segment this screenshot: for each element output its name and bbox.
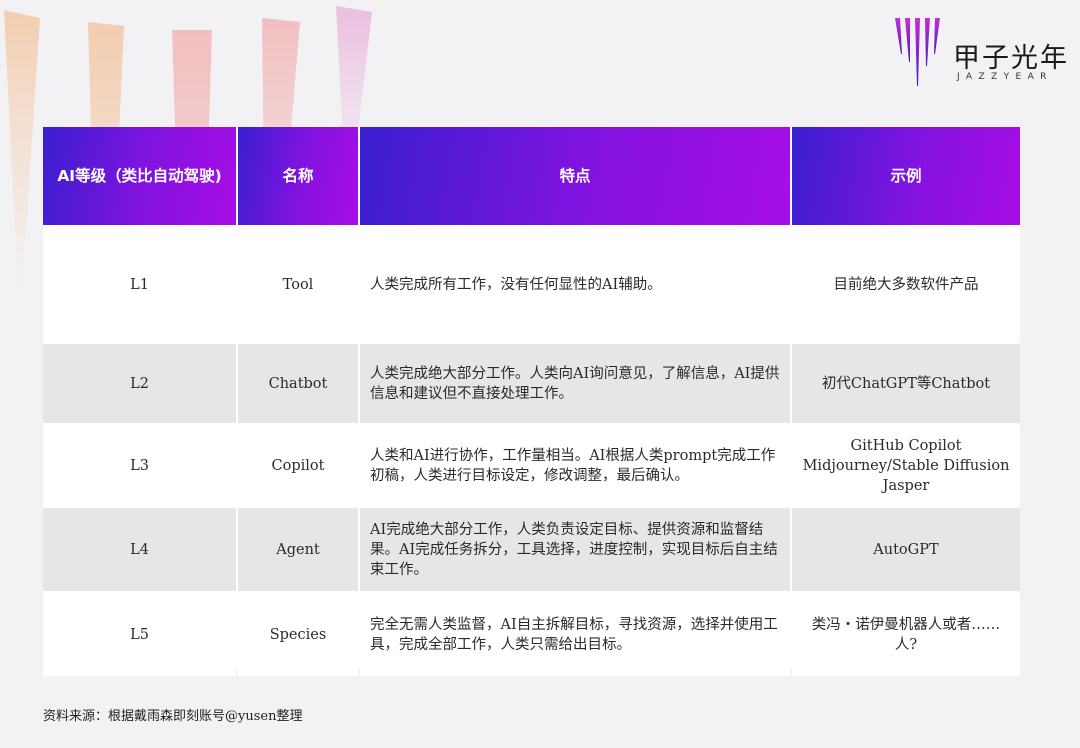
example-line: AutoGPT: [873, 541, 939, 558]
table-cell-example: 初代ChatGPT等Chatbot: [792, 344, 1020, 423]
table-cell-name: Tool: [238, 227, 358, 342]
header-level: AI等级（类比自动驾驶): [43, 127, 236, 225]
example-line: 初代ChatGPT等Chatbot: [821, 375, 991, 392]
example-line: Jasper: [882, 477, 930, 494]
table-cell-name: Agent: [238, 508, 358, 591]
brand-name-cn: 甲子光年: [953, 43, 1069, 74]
example-line: 人?: [894, 636, 918, 653]
table-cell-level: L2: [43, 344, 236, 423]
table-cell-example: 类冯・诺伊曼机器人或者…… 人?: [792, 593, 1020, 676]
table-cell-level: L4: [43, 508, 236, 591]
table-cell-level: L5: [43, 593, 236, 676]
header-name: 名称: [238, 127, 358, 225]
brand-name-en: JAZZYEAR: [957, 72, 1053, 82]
table-cell-level: L1: [43, 227, 236, 342]
ai-level-table: AI等级（类比自动驾驶) 名称 特点 示例 L1 Tool 人类完成所有工作，没…: [43, 127, 1020, 676]
table-cell-example: GitHub Copilot Midjourney/Stable Diffusi…: [792, 425, 1020, 506]
table-cell-example: 目前绝大多数软件产品: [792, 227, 1020, 342]
table-cell-name: Copilot: [238, 425, 358, 506]
table-cell-feature: 完全无需人类监督，AI自主拆解目标，寻找资源，选择并使用工具，完成全部工作，人类…: [360, 593, 790, 676]
table-cell-level: L3: [43, 425, 236, 506]
header-feature: 特点: [360, 127, 790, 225]
table-cell-feature: 人类完成绝大部分工作。人类向AI询问意见，了解信息，AI提供信息和建议但不直接处…: [360, 344, 790, 423]
table-cell-name: Species: [238, 593, 358, 676]
table-cell-feature: 人类和AI进行协作，工作量相当。AI根据人类prompt完成工作初稿，人类进行目…: [360, 425, 790, 506]
table-cell-example: AutoGPT: [792, 508, 1020, 591]
brand-mark-icon: [895, 18, 940, 86]
table-cell-feature: 人类完成所有工作，没有任何显性的AI辅助。: [360, 227, 790, 342]
example-line: 目前绝大多数软件产品: [833, 276, 979, 293]
table-cell-name: Chatbot: [238, 344, 358, 423]
header-example: 示例: [792, 127, 1020, 225]
brand-logo: 甲子光年 JAZZYEAR: [893, 14, 1068, 86]
example-line: Midjourney/Stable Diffusion: [802, 457, 1010, 474]
example-line: GitHub Copilot: [850, 437, 962, 454]
source-note: 资料来源：根据戴雨森即刻账号@yusen整理: [43, 709, 303, 724]
example-line: 类冯・诺伊曼机器人或者……: [811, 616, 1001, 633]
table-cell-feature: AI完成绝大部分工作，人类负责设定目标、提供资源和监督结果。AI完成任务拆分，工…: [360, 508, 790, 591]
